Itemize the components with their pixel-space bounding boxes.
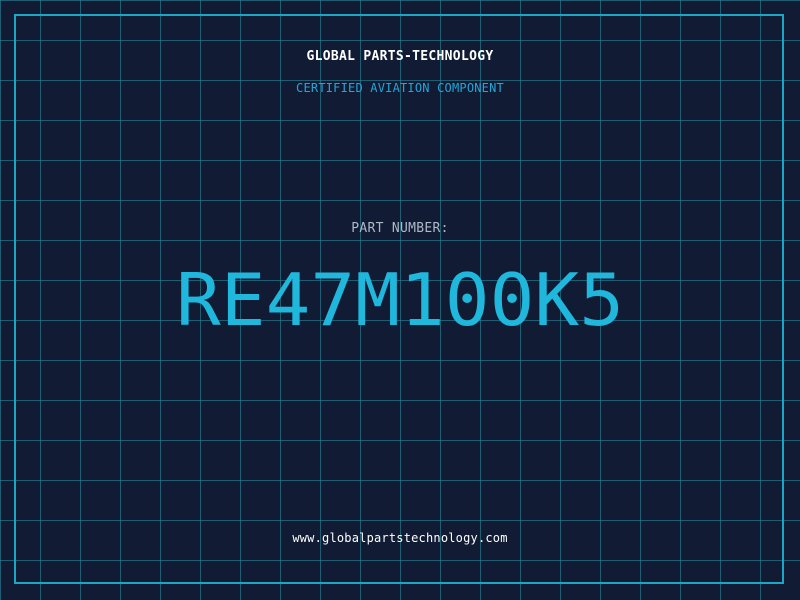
part-number-display: RE47M100K5	[176, 268, 624, 328]
website-link[interactable]: www.globalpartstechnology.com	[0, 531, 800, 545]
company-name: GLOBAL PARTS-TECHNOLOGY	[306, 49, 494, 64]
part-label-card: GLOBAL PARTS-TECHNOLOGY CERTIFIED AVIATI…	[0, 0, 800, 600]
part-number-label: PART NUMBER:	[351, 221, 449, 236]
part-number-value: RE47M100K5	[176, 268, 624, 328]
certification-tagline: CERTIFIED AVIATION COMPONENT	[296, 81, 504, 95]
